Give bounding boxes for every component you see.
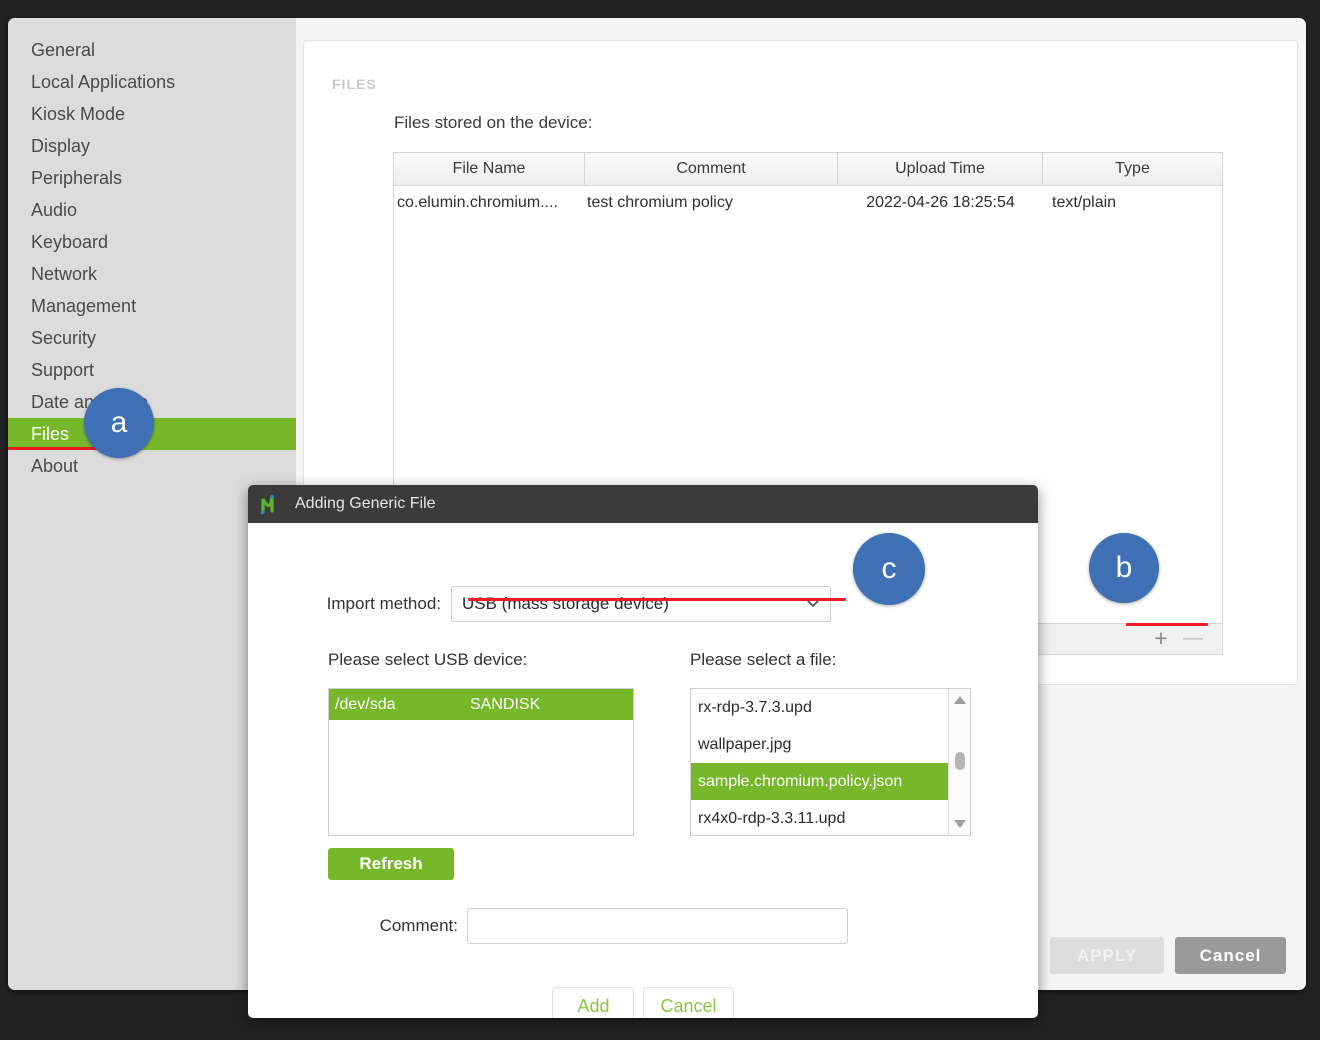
sidebar-item-about[interactable]: About: [8, 450, 296, 482]
cell-comment: test chromium policy: [587, 194, 733, 211]
sidebar-item-label: About: [31, 456, 79, 476]
file-list[interactable]: rx-rdp-3.7.3.upd wallpaper.jpg sample.ch…: [690, 688, 971, 836]
file-list-label: Please select a file:: [690, 650, 837, 669]
dialog-title: Adding Generic File: [295, 495, 436, 512]
sidebar-item-management[interactable]: Management: [8, 290, 296, 322]
sidebar-item-keyboard[interactable]: Keyboard: [8, 226, 296, 258]
usb-device-path: /dev/sda: [335, 696, 396, 713]
usb-device-list-label: Please select USB device:: [328, 650, 528, 669]
import-method-row: Import method: USB (mass storage device): [248, 586, 1038, 622]
annotation-marker-a: a: [84, 388, 154, 458]
cancel-button[interactable]: Cancel: [1175, 937, 1286, 974]
sidebar-item-general[interactable]: General: [8, 34, 296, 66]
annotation-underline-a: [8, 447, 104, 450]
scroll-down-icon[interactable]: [954, 820, 966, 828]
dialog-cancel-button[interactable]: Cancel: [643, 987, 734, 1018]
import-method-label: Import method:: [326, 594, 441, 613]
sidebar-item-label: Audio: [31, 200, 78, 220]
annotation-underline-b: [1126, 623, 1208, 626]
column-header-type[interactable]: Type: [1043, 153, 1222, 185]
usb-device-item[interactable]: /dev/sda SANDISK: [329, 689, 633, 720]
screen: General Local Applications Kiosk Mode Di…: [0, 0, 1320, 1040]
sidebar-item-label: Kiosk Mode: [31, 104, 126, 124]
dialog-add-button[interactable]: Add: [552, 987, 635, 1018]
annotation-marker-c: c: [853, 533, 925, 605]
scrollbar-thumb[interactable]: [955, 752, 965, 770]
apply-button[interactable]: APPLY: [1050, 937, 1164, 974]
list-item[interactable]: sample.chromium.policy.json: [691, 763, 949, 800]
sidebar-item-label: Network: [31, 264, 98, 284]
sidebar-item-network[interactable]: Network: [8, 258, 296, 290]
column-header-upload-time[interactable]: Upload Time: [838, 153, 1043, 185]
sidebar-item-kiosk-mode[interactable]: Kiosk Mode: [8, 98, 296, 130]
sidebar-item-support[interactable]: Support: [8, 354, 296, 386]
dialog-actions: Add Cancel: [248, 987, 1038, 1018]
sidebar-item-label: Display: [31, 136, 91, 156]
sidebar-item-display[interactable]: Display: [8, 130, 296, 162]
list-item[interactable]: rx-rdp-3.7.3.upd: [691, 689, 949, 726]
app-logo-icon: [260, 494, 274, 515]
usb-device-vendor: SANDISK: [470, 696, 541, 713]
sidebar-item-audio[interactable]: Audio: [8, 194, 296, 226]
refresh-button[interactable]: Refresh: [328, 848, 454, 880]
table-row[interactable]: co.elumin.chromium.... test chromium pol…: [394, 186, 1222, 220]
file-list-items: rx-rdp-3.7.3.upd wallpaper.jpg sample.ch…: [691, 689, 949, 835]
sidebar-item-security[interactable]: Security: [8, 322, 296, 354]
file-list-scrollbar[interactable]: [948, 689, 970, 835]
files-caption: Files stored on the device:: [394, 113, 593, 132]
cell-file-name: co.elumin.chromium....: [397, 194, 558, 211]
dialog-titlebar: Adding Generic File: [248, 485, 1038, 523]
import-method-value: USB (mass storage device): [462, 594, 669, 613]
comment-input[interactable]: [467, 908, 848, 944]
sidebar-item-label: Management: [31, 296, 137, 316]
sidebar-item-label: Local Applications: [31, 72, 176, 92]
column-header-comment[interactable]: Comment: [585, 153, 838, 185]
sidebar-item-label: Keyboard: [31, 232, 109, 252]
sidebar-item-peripherals[interactable]: Peripherals: [8, 162, 296, 194]
sidebar-item-label: Security: [31, 328, 97, 348]
scroll-up-icon[interactable]: [954, 696, 966, 704]
annotation-marker-b: b: [1089, 533, 1159, 603]
sidebar-item-label: Peripherals: [31, 168, 123, 188]
usb-device-list[interactable]: /dev/sda SANDISK: [328, 688, 634, 836]
cell-type: text/plain: [1052, 194, 1117, 211]
comment-label: Comment:: [379, 916, 458, 935]
section-title: FILES: [332, 76, 377, 92]
import-method-select[interactable]: USB (mass storage device): [451, 586, 831, 622]
files-table-header: File Name Comment Upload Time Type: [394, 153, 1222, 186]
add-file-icon[interactable]: +: [1148, 626, 1174, 652]
window-footer: APPLY Cancel: [1050, 937, 1286, 974]
sidebar-item-local-applications[interactable]: Local Applications: [8, 66, 296, 98]
sidebar-item-label: Support: [31, 360, 95, 380]
comment-row: Comment:: [248, 908, 1038, 944]
column-header-file-name[interactable]: File Name: [394, 153, 585, 185]
list-item[interactable]: rx4x0-rdp-3.3.11.upd: [691, 800, 949, 835]
sidebar-item-label: Files: [31, 424, 70, 444]
annotation-underline-c: [468, 598, 846, 601]
sidebar-item-label: General: [31, 40, 96, 60]
remove-file-icon[interactable]: —: [1180, 626, 1206, 652]
list-item[interactable]: wallpaper.jpg: [691, 726, 949, 763]
cell-upload-time: 2022-04-26 18:25:54: [866, 194, 1015, 211]
